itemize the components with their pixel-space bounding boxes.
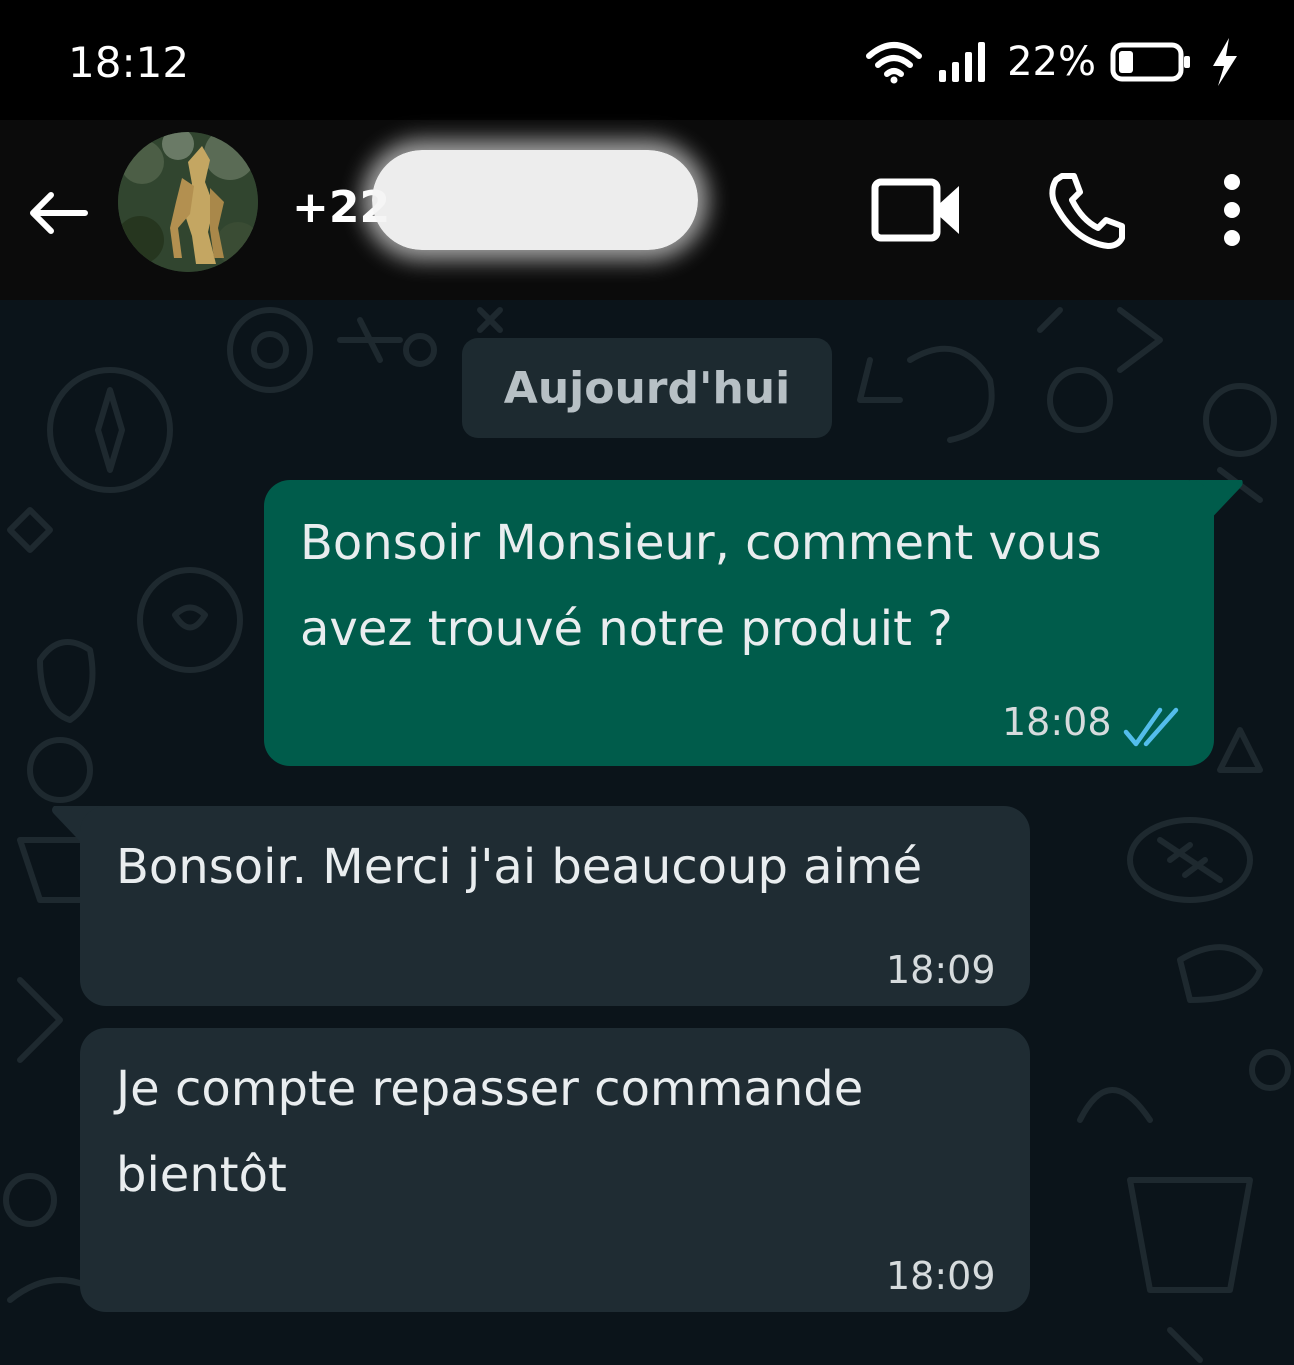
message-outgoing[interactable]: Bonsoir Monsieur, comment vous avez trou…: [264, 480, 1214, 766]
battery-percentage: 22%: [1007, 39, 1096, 85]
back-button[interactable]: [22, 178, 92, 248]
status-icons: 22%: [865, 34, 1242, 90]
message-text-line: Bonsoir Monsieur, comment vous: [300, 515, 1102, 571]
wifi-icon: [866, 42, 923, 84]
status-bar: 18:12 22%: [0, 0, 1294, 120]
double-check-icon: [1123, 707, 1179, 747]
message-time: 18:08: [1002, 700, 1112, 744]
video-call-button[interactable]: [862, 160, 972, 260]
message-text-line: avez trouvé notre produit ?: [300, 601, 953, 657]
more-vertical-icon: [1224, 174, 1240, 246]
chat-area[interactable]: Aujourd'hui Bonsoir Monsieur, comment vo…: [0, 300, 1294, 1365]
message-incoming[interactable]: Bonsoir. Merci j'ai beaucoup aimé 18:09: [80, 806, 1030, 1006]
status-time: 18:12: [68, 38, 190, 87]
chat-header: +22: [0, 120, 1294, 300]
avatar-photo: [118, 132, 258, 272]
message-incoming[interactable]: Je compte repasser commande bientôt 18:0…: [80, 1028, 1030, 1312]
more-options-button[interactable]: [1200, 160, 1264, 260]
phone-icon: [1049, 173, 1125, 249]
signal-icon: [939, 42, 986, 82]
video-camera-icon: [871, 178, 959, 242]
date-separator: Aujourd'hui: [462, 338, 832, 438]
message-text-line: Bonsoir. Merci j'ai beaucoup aimé: [116, 839, 923, 895]
message-text-line: bientôt: [116, 1147, 287, 1203]
arrow-left-icon: [30, 192, 88, 234]
avatar[interactable]: [118, 132, 258, 272]
battery-icon: [1110, 42, 1190, 82]
message-time: 18:09: [886, 948, 996, 992]
charging-icon: [1213, 38, 1237, 86]
message-text-line: Je compte repasser commande: [116, 1061, 864, 1117]
message-time: 18:09: [886, 1254, 996, 1298]
voice-call-button[interactable]: [1036, 160, 1136, 260]
name-redaction: [372, 150, 698, 250]
